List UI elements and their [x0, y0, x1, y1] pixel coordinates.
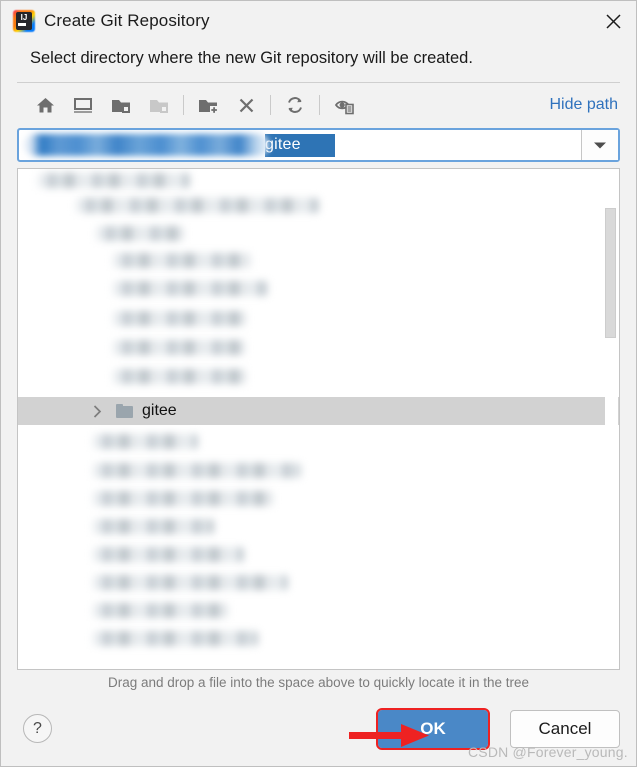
path-selection-tail: [302, 133, 335, 157]
list-item[interactable]: [113, 311, 246, 326]
list-item[interactable]: [93, 575, 288, 590]
file-chooser-toolbar: Hide path: [17, 82, 620, 127]
redacted-path-segment: [24, 134, 269, 156]
list-item[interactable]: [113, 369, 246, 384]
help-button[interactable]: ?: [23, 714, 52, 743]
toolbar-separator: [319, 95, 320, 115]
list-item[interactable]: [93, 631, 258, 646]
hide-path-link[interactable]: Hide path: [550, 96, 619, 114]
list-item[interactable]: [113, 253, 251, 268]
list-item[interactable]: [93, 434, 198, 449]
list-item[interactable]: [76, 198, 319, 213]
list-item[interactable]: [93, 491, 273, 506]
project-folder-icon[interactable]: [102, 88, 140, 122]
cancel-button[interactable]: Cancel: [510, 709, 620, 748]
new-folder-icon[interactable]: [189, 88, 227, 122]
path-combo-box[interactable]: gitee: [17, 128, 620, 162]
list-item[interactable]: [96, 226, 184, 241]
delete-icon[interactable]: [227, 88, 265, 122]
title-bar: IJ Create Git Repository: [1, 1, 636, 41]
tree-rows: gitee: [18, 169, 619, 669]
tree-scrollbar[interactable]: [605, 170, 618, 668]
chevron-down-icon[interactable]: [581, 130, 618, 160]
list-item[interactable]: [93, 519, 214, 534]
create-git-repository-dialog: IJ Create Git Repository Select director…: [0, 0, 637, 767]
toolbar-separator: [183, 95, 184, 115]
home-icon[interactable]: [26, 88, 64, 122]
list-item[interactable]: [113, 281, 268, 296]
chevron-right-icon[interactable]: [90, 404, 104, 418]
module-folder-icon: [140, 88, 178, 122]
intellij-idea-icon: IJ: [13, 10, 35, 32]
tree-item-label: gitee: [142, 402, 177, 419]
desktop-icon[interactable]: [64, 88, 102, 122]
list-item[interactable]: [93, 547, 244, 562]
dialog-title: Create Git Repository: [44, 11, 210, 30]
close-icon[interactable]: [590, 1, 636, 41]
refresh-icon[interactable]: [276, 88, 314, 122]
tree-item-gitee[interactable]: gitee: [18, 397, 619, 425]
list-item[interactable]: [113, 340, 245, 355]
path-visible-value: gitee: [265, 133, 303, 157]
app-icon-letters: IJ: [16, 12, 32, 30]
ok-button[interactable]: OK: [376, 707, 490, 750]
folder-icon: [116, 404, 133, 418]
prompt-text: Select directory where the new Git repos…: [30, 49, 473, 67]
drag-drop-hint: Drag and drop a file into the space abov…: [107, 675, 529, 690]
path-input[interactable]: gitee: [19, 130, 581, 160]
toolbar-separator: [270, 95, 271, 115]
dialog-button-bar: ? OK Cancel: [1, 697, 636, 766]
list-item[interactable]: [93, 463, 301, 478]
list-item[interactable]: [38, 173, 190, 188]
show-hidden-files-icon[interactable]: [325, 88, 363, 122]
tree-scrollbar-thumb[interactable]: [605, 208, 616, 338]
directory-tree[interactable]: gitee: [17, 168, 620, 670]
list-item[interactable]: [93, 603, 228, 618]
